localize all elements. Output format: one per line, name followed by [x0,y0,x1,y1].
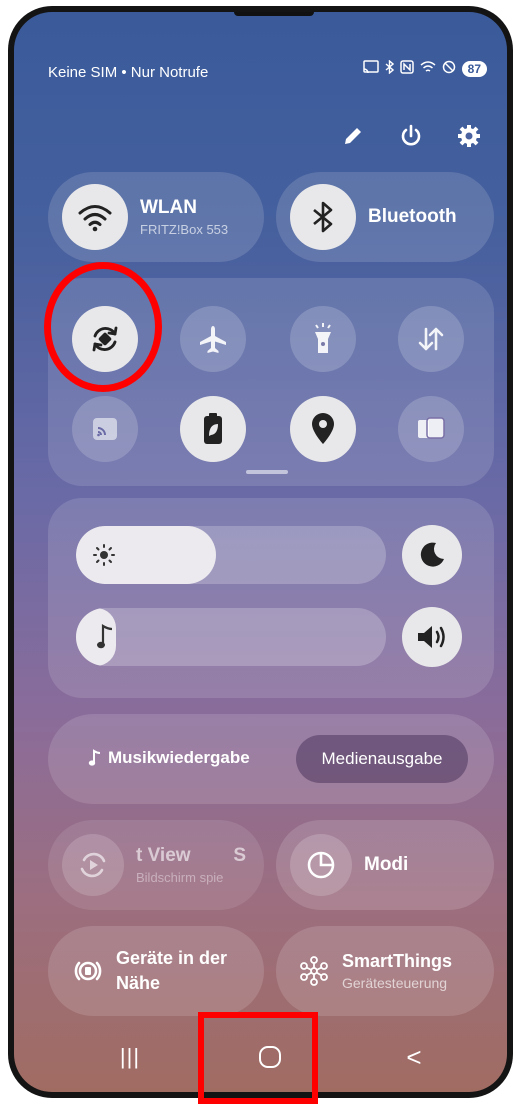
music-playback-text: Musikwiedergabe [108,748,250,767]
cast-status-icon [362,60,379,77]
modes-title: Modi [364,854,409,875]
phone-frame: Keine SIM • Nur Notrufe 87 WLAN FRITZ!Bo… [8,6,513,1098]
bluetooth-title: Bluetooth [368,206,457,227]
mobile-data-toggle[interactable] [398,306,464,372]
carrier-status: Keine SIM • Nur Notrufe [48,64,209,81]
smart-view-title: t View [136,845,191,866]
volume-slider[interactable] [76,608,386,666]
smart-view-icon [80,852,106,878]
dnd-status-icon [442,60,456,77]
smart-view-tile[interactable]: t View S Bildschirm spie [48,820,264,910]
back-button[interactable]: < [394,1042,434,1072]
sun-icon [93,544,115,566]
flashlight-toggle[interactable] [290,306,356,372]
nearby-devices-tile[interactable]: Geräte in der Nähe [48,926,264,1016]
airplane-icon [200,326,226,353]
cast-toggle[interactable] [72,396,138,462]
location-icon [312,413,334,444]
music-playback-label[interactable]: Musikwiedergabe [88,748,250,768]
recent-apps-button[interactable]: ||| [110,1042,150,1072]
recent-apps-icon: ||| [119,1044,141,1069]
smart-view-subtitle: Bildschirm spie [136,870,224,885]
nfc-status-icon [399,60,414,77]
night-mode-button[interactable] [402,525,462,585]
quick-settings-screen: Keine SIM • Nur Notrufe 87 WLAN FRITZ!Bo… [14,12,507,1092]
battery-indicator: 87 [461,60,487,77]
home-button-highlight [198,1012,318,1104]
back-icon: < [406,1041,422,1072]
smartthings-tile[interactable]: SmartThings Gerätesteuerung [276,926,494,1016]
airplane-toggle[interactable] [180,306,246,372]
music-note-icon [88,749,101,766]
device-link-icon [418,417,445,439]
wifi-network-name: FRITZ!Box 553 [140,222,229,237]
status-icons: 87 [362,59,487,77]
smartthings-subtitle: Gerätesteuerung [342,975,448,991]
nearby-devices-title-line2: Nähe [116,973,161,993]
smart-view-title-overflow: S [233,845,246,866]
nearby-devices-icon [68,951,108,991]
location-toggle[interactable] [290,396,356,462]
power-saving-toggle[interactable] [180,396,246,462]
sound-mode-button[interactable] [402,607,462,667]
device-link-toggle[interactable] [398,396,464,462]
power-saving-icon [204,413,222,444]
gear-icon[interactable] [453,120,485,152]
smartthings-title: SmartThings [342,951,453,971]
cast-icon [93,418,117,440]
wifi-title: WLAN [140,197,197,218]
smart-view-toggle[interactable] [62,834,124,896]
panel-drag-handle[interactable] [246,470,288,474]
power-icon[interactable] [395,120,427,152]
wifi-toggle[interactable] [62,184,128,250]
modes-icon [307,851,335,879]
bluetooth-tile[interactable]: Bluetooth [276,172,494,262]
mobile-data-icon [418,327,444,351]
brightness-slider[interactable] [76,526,386,584]
moon-icon [420,542,444,567]
wifi-status-icon [420,60,436,77]
music-note-icon [97,624,113,649]
modes-tile[interactable]: Modi [276,820,494,910]
wifi-tile[interactable]: WLAN FRITZ!Box 553 [48,172,264,262]
media-output-button[interactable]: Medienausgabe [296,735,468,783]
modes-toggle[interactable] [290,834,352,896]
bluetooth-toggle[interactable] [290,184,356,250]
speaker-icon [418,626,445,648]
quick-settings-toolbar [337,120,485,152]
pencil-icon[interactable] [337,120,369,152]
bluetooth-icon [313,201,333,233]
smartthings-icon [296,953,332,989]
bluetooth-status-icon [385,59,394,77]
camera-notch [234,12,314,16]
nearby-devices-title-line1: Geräte in der [116,948,228,968]
wifi-icon [78,205,112,232]
auto-rotate-highlight [44,262,162,392]
flashlight-icon [315,323,331,353]
